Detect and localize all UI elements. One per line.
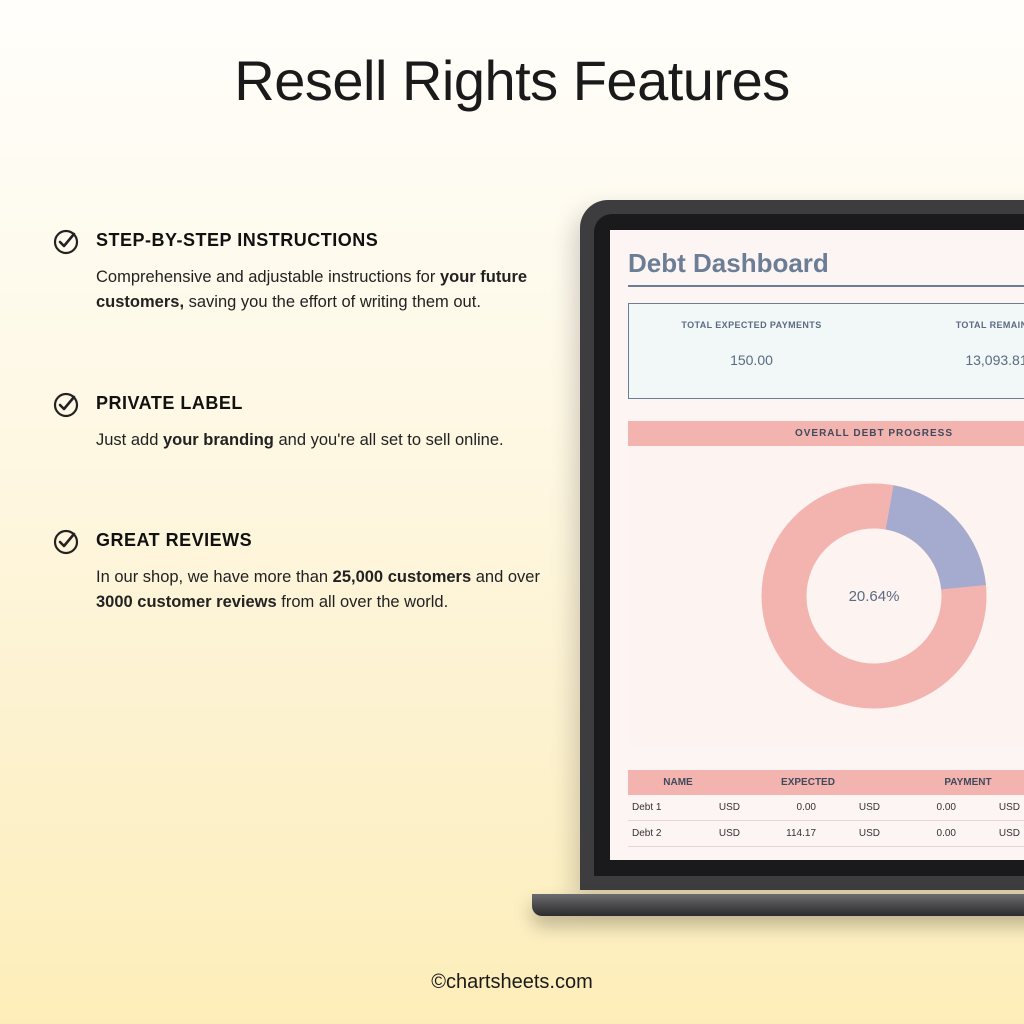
th-name: NAME <box>628 770 728 795</box>
stat-box: TOTAL EXPECTED PAYMENTS 150.00 TOTAL REM… <box>628 303 1024 399</box>
stat-label: TOTAL REMAININ <box>874 320 1024 330</box>
th-payment: PAYMENT <box>888 770 1024 795</box>
laptop-screen: Debt Dashboard TOTAL EXPECTED PAYMENTS 1… <box>594 214 1024 876</box>
debt-dashboard: Debt Dashboard TOTAL EXPECTED PAYMENTS 1… <box>610 230 1024 860</box>
divider <box>628 285 1024 287</box>
feature-heading: STEP-BY-STEP INSTRUCTIONS <box>96 230 552 251</box>
th-expected: EXPECTED <box>728 770 888 795</box>
feature-reviews: GREAT REVIEWS In our shop, we have more … <box>52 530 552 615</box>
laptop-mockup: Debt Dashboard TOTAL EXPECTED PAYMENTS 1… <box>580 200 1024 920</box>
feature-list: STEP-BY-STEP INSTRUCTIONS Comprehensive … <box>52 230 552 693</box>
feature-private-label: PRIVATE LABEL Just add your branding and… <box>52 393 552 453</box>
table-row: Debt 1 USD 0.00 USD 0.00 USD <box>628 795 1024 821</box>
stat-value: 13,093.81 <box>874 352 1024 368</box>
stat-value: 150.00 <box>629 352 874 368</box>
stat-label: TOTAL EXPECTED PAYMENTS <box>629 320 874 330</box>
laptop-base <box>532 894 1024 916</box>
check-icon <box>52 391 80 424</box>
page-title: Resell Rights Features <box>0 0 1024 113</box>
table-row: Debt 2 USD 114.17 USD 0.00 USD <box>628 821 1024 847</box>
check-icon <box>52 228 80 261</box>
feature-heading: PRIVATE LABEL <box>96 393 552 414</box>
debt-table: NAME EXPECTED PAYMENT Debt 1 USD 0.00 US… <box>628 770 1024 847</box>
feature-instructions: STEP-BY-STEP INSTRUCTIONS Comprehensive … <box>52 230 552 315</box>
footer-credit: ©chartsheets.com <box>0 971 1024 994</box>
feature-heading: GREAT REVIEWS <box>96 530 552 551</box>
stat-expected: TOTAL EXPECTED PAYMENTS 150.00 <box>629 304 874 398</box>
donut-center-label: 20.64% <box>849 588 900 605</box>
check-icon <box>52 528 80 561</box>
donut-chart: 20.64% <box>628 446 1024 746</box>
stat-remaining: TOTAL REMAININ 13,093.81 <box>874 304 1024 398</box>
feature-body: Just add your branding and you're all se… <box>96 428 552 453</box>
feature-body: Comprehensive and adjustable instruction… <box>96 265 552 315</box>
chart-title: OVERALL DEBT PROGRESS <box>628 421 1024 446</box>
laptop-body: Debt Dashboard TOTAL EXPECTED PAYMENTS 1… <box>580 200 1024 890</box>
dashboard-title: Debt Dashboard <box>628 248 1024 279</box>
feature-body: In our shop, we have more than 25,000 cu… <box>96 565 552 615</box>
table-header: NAME EXPECTED PAYMENT <box>628 770 1024 795</box>
chart-card: OVERALL DEBT PROGRESS 20.64% <box>628 421 1024 746</box>
